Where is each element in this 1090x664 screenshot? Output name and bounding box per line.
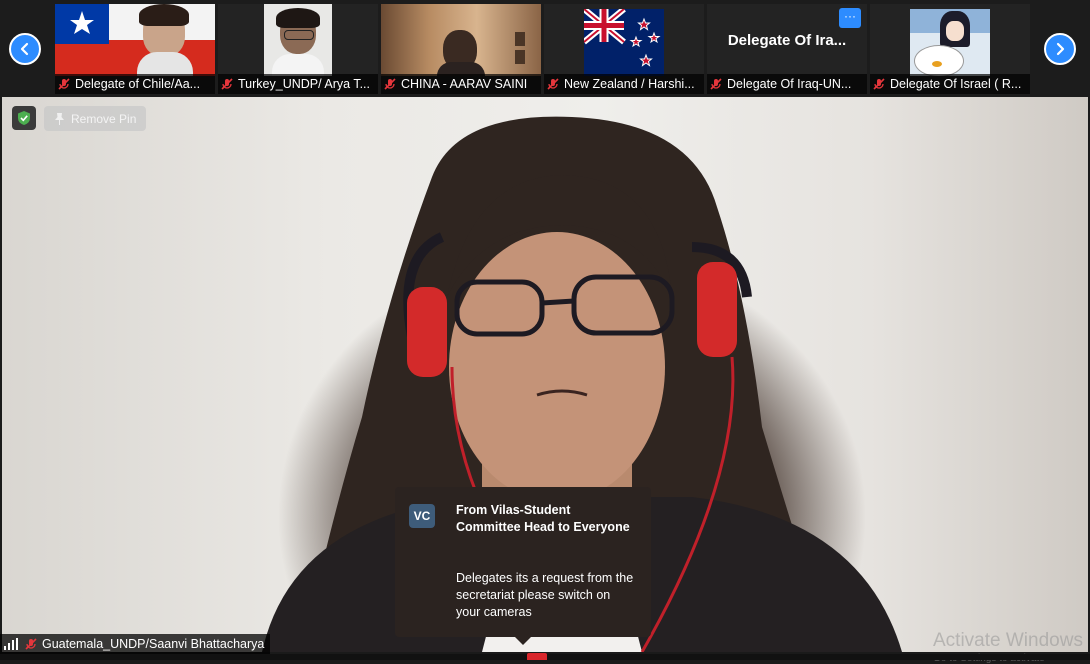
mic-off-icon [384, 78, 396, 90]
mic-off-icon [58, 78, 70, 90]
mic-off-icon [221, 78, 233, 90]
participant-tile-china[interactable]: CHINA - AARAV SAINI [381, 4, 541, 94]
participant-tile-turkey[interactable]: Turkey_UNDP/ Arya T... [218, 4, 378, 94]
mic-off-icon [547, 78, 559, 90]
chat-sender-line: From Vilas-Student Committee Head to Eve… [456, 503, 630, 534]
participant-name-bar: Delegate of Chile/Aa... [55, 74, 215, 94]
participant-video [381, 4, 541, 76]
participant-name: Turkey_UNDP/ Arya T... [238, 77, 370, 91]
popup-pointer [515, 637, 531, 645]
pin-icon [55, 113, 64, 125]
star-icon [70, 11, 94, 34]
participant-video [55, 4, 215, 76]
new-zealand-flag-image [584, 9, 664, 76]
participant-tile-chile[interactable]: Delegate of Chile/Aa... [55, 4, 215, 94]
mic-off-icon [25, 638, 37, 650]
next-page-button[interactable] [1044, 33, 1076, 65]
participant-video [870, 4, 1030, 76]
participant-name-bar: CHINA - AARAV SAINI [381, 74, 541, 94]
chat-notification-popup[interactable]: VC From Vilas-Student Committee Head to … [395, 487, 651, 645]
signal-strength-icon [4, 638, 18, 650]
chevron-right-icon [1056, 42, 1065, 56]
toolbar-alert-tab[interactable] [527, 653, 547, 660]
participant-name: New Zealand / Harshi... [564, 77, 695, 91]
participant-tile-iraq[interactable]: Delegate Of Ira... ··· Delegate Of Iraq-… [707, 4, 867, 94]
sender-avatar: VC [409, 504, 435, 528]
participant-name-bar: Delegate Of Israel ( R... [870, 74, 1030, 94]
participant-name-bar: New Zealand / Harshi... [544, 74, 704, 94]
encryption-shield-button[interactable] [12, 106, 36, 130]
participant-name-bar: Turkey_UNDP/ Arya T... [218, 74, 378, 94]
shield-check-icon [18, 111, 30, 125]
participant-name-bar: Delegate Of Iraq-UN... [707, 74, 867, 94]
participant-name: Delegate of Chile/Aa... [75, 77, 201, 91]
participant-name: Delegate Of Iraq-UN... [727, 77, 852, 91]
active-speaker-name-bar: Guatemala_UNDP/Saanvi Bhattacharya [0, 634, 271, 654]
participant-filmstrip: Delegate of Chile/Aa... Turkey_UNDP/ Ary… [0, 0, 1090, 97]
participant-tile-israel[interactable]: Delegate Of Israel ( R... [870, 4, 1030, 94]
participant-name: CHINA - AARAV SAINI [401, 77, 528, 91]
chat-message-text: Delegates its a request from the secreta… [456, 571, 634, 619]
activate-windows-watermark: Activate Windows [933, 630, 1083, 651]
active-speaker-name: Guatemala_UNDP/Saanvi Bhattacharya [42, 637, 265, 651]
more-options-button[interactable]: ··· [839, 8, 861, 28]
remove-pin-button[interactable]: Remove Pin [44, 106, 147, 131]
participant-name: Delegate Of Israel ( R... [890, 77, 1022, 91]
chevron-left-icon [20, 42, 29, 56]
remove-pin-label: Remove Pin [71, 111, 137, 126]
previous-page-button[interactable] [9, 33, 41, 65]
mic-off-icon [873, 78, 885, 90]
mic-off-icon [710, 78, 722, 90]
participant-tile-new-zealand[interactable]: New Zealand / Harshi... [544, 4, 704, 94]
participant-video [218, 4, 378, 76]
participant-video [544, 4, 704, 76]
